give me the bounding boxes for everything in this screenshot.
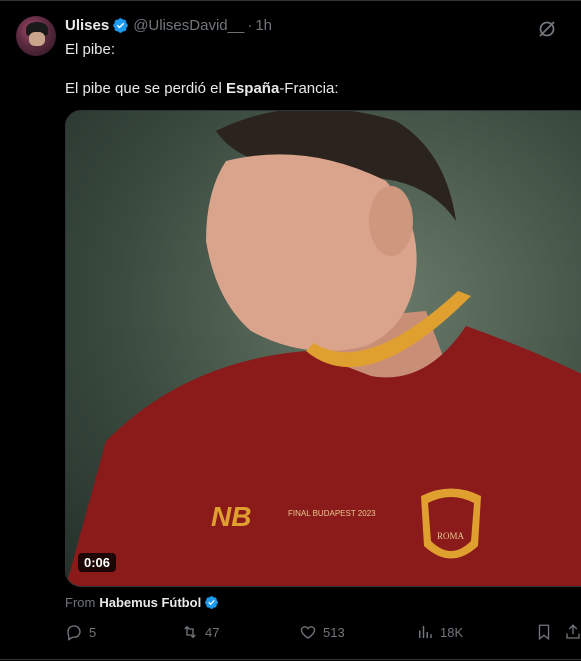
top-divider (0, 0, 581, 1)
views-button[interactable]: 18K (416, 623, 463, 641)
video-frame: NB FINAL BUDAPEST 2023 ROMA (66, 111, 581, 586)
svg-text:NB: NB (211, 501, 251, 532)
heart-icon (300, 626, 316, 639)
tweet-text-line1: El pibe: (65, 41, 116, 58)
author-handle[interactable]: @UlisesDavid__ (133, 17, 244, 34)
badge-text: ROMA (437, 531, 465, 541)
views-chart-icon (419, 626, 432, 638)
timestamp[interactable]: 1h (255, 17, 272, 34)
separator-dot: · (247, 17, 253, 34)
tweet-header: Ulises @UlisesDavid__ · 1h (65, 17, 272, 34)
video-player[interactable]: NB FINAL BUDAPEST 2023 ROMA (65, 110, 581, 587)
avatar[interactable] (16, 16, 56, 56)
verified-badge-icon (112, 17, 129, 34)
video-duration: 0:06 (78, 553, 117, 572)
from-attribution: From Habemus Fútbol (65, 595, 219, 610)
bold-word: España (225, 80, 280, 97)
bottom-divider (0, 659, 581, 660)
share-button[interactable] (564, 623, 581, 641)
share-icon (566, 624, 580, 639)
view-count: 18K (440, 624, 464, 640)
action-bar: 5 47 513 18K (0, 623, 581, 643)
like-button[interactable]: 513 (299, 623, 345, 641)
bookmark-button[interactable] (535, 623, 553, 641)
reply-button[interactable]: 5 (65, 623, 96, 641)
grok-icon[interactable] (537, 19, 557, 39)
author-name[interactable]: Ulises (65, 17, 109, 34)
repost-button[interactable]: 47 (181, 623, 219, 641)
bookmark-icon (538, 624, 550, 641)
verified-badge-icon (204, 595, 219, 610)
shirt-text: FINAL BUDAPEST 2023 (288, 509, 376, 518)
reply-icon (67, 625, 81, 641)
repost-icon (184, 625, 196, 639)
from-source-link[interactable]: Habemus Fútbol (99, 595, 201, 610)
reply-count: 5 (89, 624, 97, 640)
repost-count: 47 (205, 624, 220, 640)
like-count: 513 (323, 624, 345, 640)
tweet-text-line2: El pibe que se perdió el España-Francia: (65, 80, 339, 97)
